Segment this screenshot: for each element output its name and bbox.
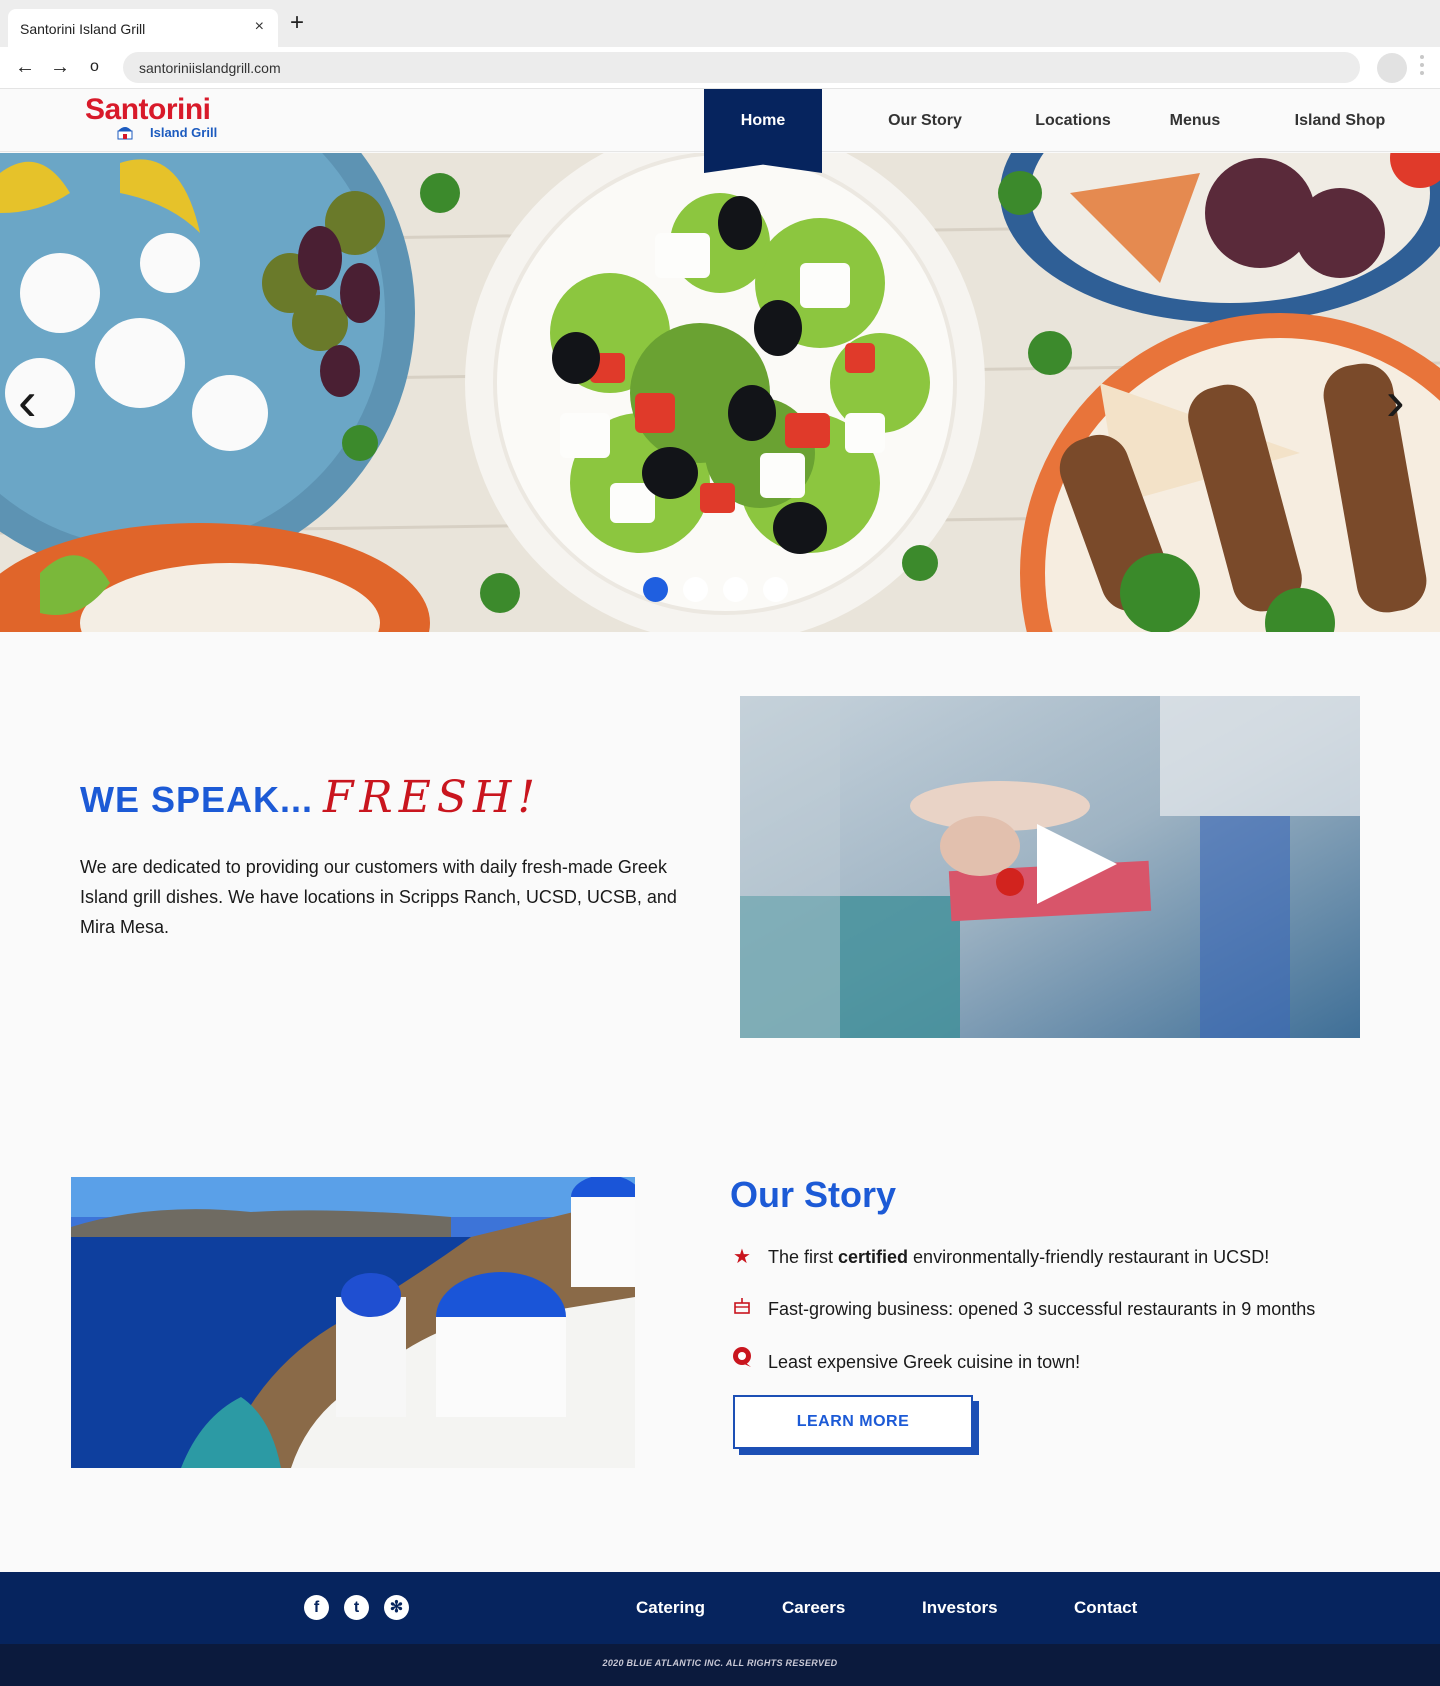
- carousel-dot-1[interactable]: [643, 577, 668, 602]
- address-bar-row: ← → o santoriniislandgrill.com: [0, 47, 1440, 89]
- site-header: Santorini Island Grill Home Our Story Lo…: [0, 89, 1440, 173]
- nav-island-shop[interactable]: Island Shop: [1280, 89, 1400, 152]
- copyright-text: 2020 BLUE ATLANTIC INC. ALL RIGHTS RESER…: [602, 1658, 838, 1668]
- carousel-dot-2[interactable]: [683, 577, 708, 602]
- fresh-heading-a: WE SPEAK...: [80, 779, 314, 820]
- kitchen-video[interactable]: [740, 696, 1360, 1038]
- facebook-icon[interactable]: f: [304, 1595, 329, 1620]
- footer-link-careers[interactable]: Careers: [782, 1572, 845, 1644]
- bullet-2-text: Fast-growing business: opened 3 successf…: [768, 1299, 1316, 1319]
- reload-icon[interactable]: o: [90, 56, 99, 78]
- twitter-icon[interactable]: t: [344, 1595, 369, 1620]
- browser-menu-icon[interactable]: [1420, 55, 1426, 79]
- url-text: santoriniislandgrill.com: [139, 60, 281, 76]
- play-icon[interactable]: [1037, 824, 1117, 904]
- footer-link-investors[interactable]: Investors: [922, 1572, 998, 1644]
- bullet-1-bold: certified: [838, 1247, 909, 1267]
- carousel-prev-icon[interactable]: ‹: [18, 373, 37, 429]
- fresh-heading-b: FRESH!: [323, 772, 542, 823]
- learn-more-button[interactable]: LEARN MORE: [733, 1395, 973, 1449]
- forward-arrow-icon[interactable]: →: [50, 56, 70, 78]
- footer-link-contact[interactable]: Contact: [1074, 1572, 1137, 1644]
- story-bullet-3: Least expensive Greek cuisine in town!: [730, 1346, 1080, 1376]
- url-field[interactable]: santoriniislandgrill.com: [123, 52, 1360, 83]
- footer-link-catering[interactable]: Catering: [636, 1572, 705, 1644]
- profile-avatar[interactable]: [1377, 53, 1407, 83]
- carousel-dots: [643, 577, 803, 607]
- fresh-description: We are dedicated to providing our custom…: [80, 857, 677, 937]
- story-heading: Our Story: [730, 1174, 897, 1215]
- bullet-3-text: Least expensive Greek cuisine in town!: [768, 1352, 1081, 1372]
- logo-house-icon: [117, 127, 133, 140]
- new-tab-icon[interactable]: +: [290, 11, 304, 35]
- nav-our-story[interactable]: Our Story: [860, 89, 990, 152]
- fresh-heading: WE SPEAK... FRESH!: [80, 772, 541, 823]
- learn-more-wrapper: LEARN MORE: [733, 1395, 979, 1455]
- carousel-dot-3[interactable]: [723, 577, 748, 602]
- story-bullet-2: Fast-growing business: opened 3 successf…: [730, 1294, 1315, 1324]
- star-icon: ★: [733, 1246, 751, 1268]
- nav-home[interactable]: Home: [704, 89, 822, 173]
- bullet-1-text-a: The first: [768, 1247, 839, 1267]
- bullet-1-text-b: environmentally-friendly restaurant in U…: [908, 1247, 1270, 1267]
- close-tab-icon[interactable]: ×: [255, 18, 264, 36]
- carousel-dot-4[interactable]: [763, 577, 788, 602]
- cake-icon: [730, 1294, 754, 1324]
- tab-title: Santorini Island Grill: [20, 21, 146, 37]
- logo-wordmark: Santorini: [85, 93, 211, 126]
- browser-tab-bar: Santorini Island Grill × +: [0, 0, 1440, 47]
- carousel-next-icon[interactable]: ›: [1386, 373, 1405, 429]
- chat-icon: [730, 1346, 754, 1377]
- nav-locations[interactable]: Locations: [1008, 89, 1138, 152]
- greek-food-image: [0, 153, 1440, 632]
- yelp-icon[interactable]: ✻: [384, 1595, 409, 1620]
- browser-tab[interactable]: Santorini Island Grill ×: [8, 9, 278, 47]
- hero-carousel[interactable]: ‹ ›: [0, 153, 1440, 632]
- site-footer: f t ✻ Catering Careers Investors Contact: [0, 1572, 1440, 1644]
- back-arrow-icon[interactable]: ←: [15, 56, 35, 78]
- nav-menus[interactable]: Menus: [1150, 89, 1240, 152]
- santorini-photo: [71, 1177, 635, 1468]
- story-bullet-1: ★ The first certified environmentally-fri…: [730, 1242, 1269, 1272]
- santorini-photo-art: [71, 1177, 635, 1468]
- copyright-bar: 2020 BLUE ATLANTIC INC. ALL RIGHTS RESER…: [0, 1644, 1440, 1686]
- logo-subtitle: Island Grill: [150, 125, 218, 140]
